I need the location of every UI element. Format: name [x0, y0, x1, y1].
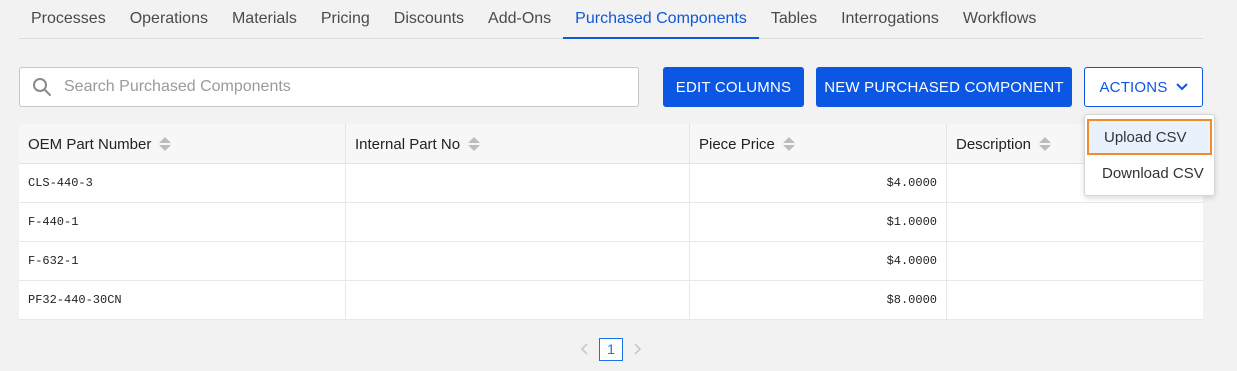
cell-internal-part-no	[346, 203, 690, 241]
table-row[interactable]: F-632-1 $4.0000	[19, 242, 1203, 281]
table-row[interactable]: CLS-440-3 $4.0000	[19, 164, 1203, 203]
tab-workflows[interactable]: Workflows	[951, 0, 1049, 39]
sort-icon[interactable]	[1039, 137, 1052, 151]
sort-icon[interactable]	[468, 137, 481, 151]
cell-piece-price: $4.0000	[690, 164, 947, 202]
cell-internal-part-no	[346, 164, 690, 202]
tab-processes[interactable]: Processes	[19, 0, 118, 39]
chevron-right-icon[interactable]	[630, 342, 644, 356]
tab-pricing[interactable]: Pricing	[309, 0, 382, 39]
search-box	[19, 67, 639, 107]
column-header-label: OEM Part Number	[28, 135, 152, 153]
tab-purchased-components[interactable]: Purchased Components	[563, 0, 759, 39]
cell-description	[947, 203, 1203, 241]
cell-piece-price: $1.0000	[690, 203, 947, 241]
search-input[interactable]	[64, 78, 604, 96]
cell-oem-part-number: F-440-1	[19, 203, 346, 241]
sort-icon[interactable]	[159, 137, 172, 151]
cell-oem-part-number: F-632-1	[19, 242, 346, 280]
table-header: OEM Part Number Internal Part No Piece P…	[19, 124, 1203, 164]
tab-bar: Processes Operations Materials Pricing D…	[19, 0, 1203, 39]
cell-internal-part-no	[346, 242, 690, 280]
actions-label: ACTIONS	[1099, 78, 1168, 96]
sort-icon[interactable]	[782, 137, 795, 151]
column-header-label: Piece Price	[699, 135, 775, 153]
actions-menu: Upload CSV Download CSV	[1084, 114, 1215, 196]
cell-piece-price: $4.0000	[690, 242, 947, 280]
tab-operations[interactable]: Operations	[118, 0, 220, 39]
edit-columns-button[interactable]: EDIT COLUMNS	[663, 67, 804, 107]
table-row[interactable]: F-440-1 $1.0000	[19, 203, 1203, 242]
actions-button[interactable]: ACTIONS	[1084, 67, 1203, 107]
chevron-down-icon	[1175, 83, 1188, 91]
menu-item-download-csv[interactable]: Download CSV	[1087, 155, 1212, 191]
search-icon	[33, 78, 51, 96]
purchased-components-table: OEM Part Number Internal Part No Piece P…	[19, 124, 1203, 320]
cell-oem-part-number: PF32-440-30CN	[19, 281, 346, 319]
cell-description	[947, 242, 1203, 280]
chevron-left-icon[interactable]	[578, 342, 592, 356]
cell-piece-price: $8.0000	[690, 281, 947, 319]
cell-oem-part-number: CLS-440-3	[19, 164, 346, 202]
cell-internal-part-no	[346, 281, 690, 319]
tab-add-ons[interactable]: Add-Ons	[476, 0, 563, 39]
menu-item-upload-csv[interactable]: Upload CSV	[1087, 119, 1212, 155]
tab-interrogations[interactable]: Interrogations	[829, 0, 951, 39]
cell-description	[947, 281, 1203, 319]
column-header-internal-part-no[interactable]: Internal Part No	[346, 124, 690, 164]
tab-tables[interactable]: Tables	[759, 0, 829, 39]
column-header-label: Description	[956, 135, 1032, 153]
column-header-piece-price[interactable]: Piece Price	[690, 124, 947, 164]
new-purchased-component-button[interactable]: NEW PURCHASED COMPONENT	[816, 67, 1072, 107]
column-header-oem-part-number[interactable]: OEM Part Number	[19, 124, 346, 164]
column-header-label: Internal Part No	[355, 135, 461, 153]
table-row[interactable]: PF32-440-30CN $8.0000	[19, 281, 1203, 320]
tab-discounts[interactable]: Discounts	[382, 0, 476, 39]
page-number[interactable]: 1	[599, 337, 623, 361]
pagination: 1	[578, 337, 644, 361]
tab-materials[interactable]: Materials	[220, 0, 309, 39]
